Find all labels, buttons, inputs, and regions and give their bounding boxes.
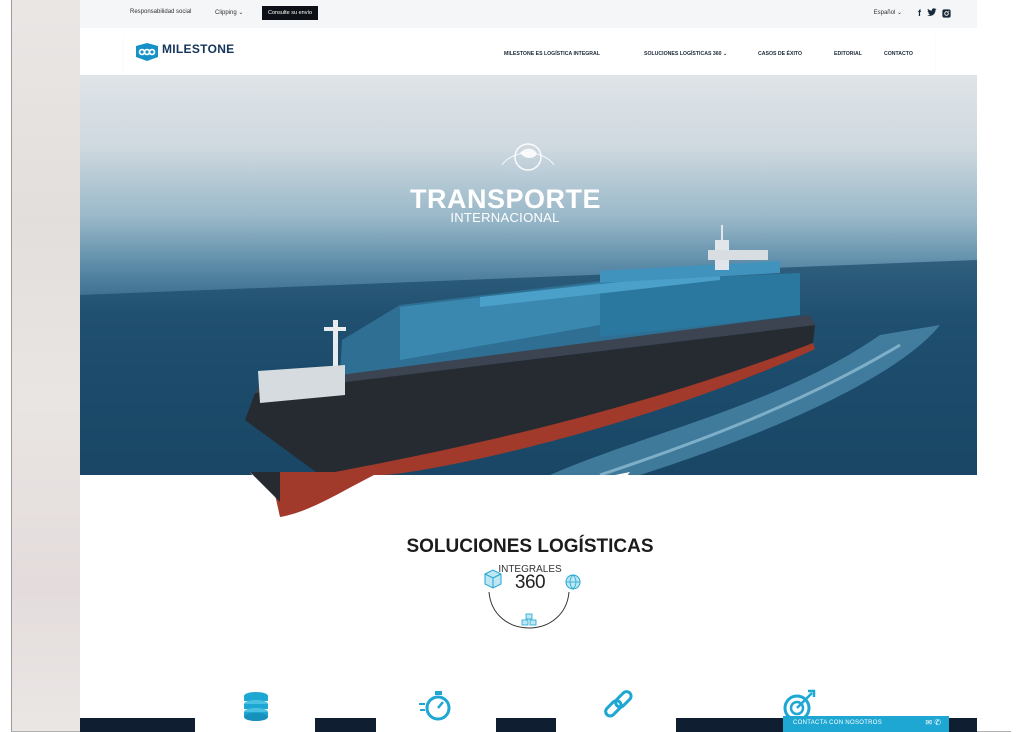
consulte-envio-button[interactable]: Consulte su envío	[262, 6, 319, 20]
link-chain-icon[interactable]	[598, 686, 638, 726]
ship-bow-overflow	[250, 472, 630, 527]
hero-banner: TRANSPORTE INTERNACIONAL	[80, 75, 977, 475]
mail-icon[interactable]: ✉	[925, 718, 932, 727]
coins-icon[interactable]	[236, 686, 276, 726]
nav-contacto[interactable]: CONTACTO	[884, 51, 913, 57]
chevron-down-icon: ⌄	[896, 10, 902, 16]
contact-us-bar[interactable]: CONTACTA CON NOSOTROS ✉ ✆	[783, 716, 949, 732]
contact-icons: ✉ ✆	[925, 718, 941, 727]
chevron-down-icon: ⌄	[238, 10, 244, 16]
website-page: Responsabilidad social Clipping ⌄ Consul…	[80, 0, 977, 732]
chevron-down-icon: ⌄	[723, 51, 728, 57]
warehouse-icon-bottom	[521, 613, 537, 626]
contact-us-label: CONTACTA CON NOSOTROS	[793, 720, 883, 726]
utility-bar: Responsabilidad social Clipping ⌄ Consul…	[80, 0, 977, 28]
nav-casos-exito[interactable]: CASOS DE ÉXITO	[758, 51, 802, 57]
instagram-glyph-svg	[942, 9, 951, 18]
twitter-bird-svg	[927, 8, 937, 16]
clipping-label: Clipping	[215, 10, 237, 16]
facebook-icon[interactable]: f	[918, 8, 921, 18]
badge-360: 360	[514, 572, 546, 593]
background-blur	[12, 0, 80, 732]
nav-milestone-logistica[interactable]: MILESTONE ES LOGÍSTICA INTEGRAL	[504, 51, 600, 57]
nav-soluciones-label: SOLUCIONES LOGÍSTICAS 360	[644, 51, 722, 57]
phone-icon[interactable]: ✆	[934, 718, 941, 727]
stopwatch-icon[interactable]	[417, 686, 457, 726]
cargo-ship-illustration	[80, 143, 977, 475]
language-label: Español	[873, 10, 896, 16]
link-responsabilidad-social[interactable]: Responsabilidad social	[130, 9, 191, 15]
milestone-logo-mark	[136, 43, 158, 61]
main-navbar: MILESTONE MILESTONE ES LOGÍSTICA INTEGRA…	[124, 33, 935, 75]
milestone-logo[interactable]: MILESTONE	[136, 41, 256, 67]
language-selector[interactable]: Español ⌄	[874, 9, 902, 16]
logo-text: MILESTONE	[162, 42, 235, 56]
link-clipping[interactable]: Clipping ⌄	[215, 9, 243, 16]
section-title: SOLUCIONES LOGÍSTICAS	[406, 536, 654, 557]
hero-subtitle: INTERNACIONAL	[450, 210, 560, 225]
nav-soluciones-360[interactable]: SOLUCIONES LOGÍSTICAS 360 ⌄	[644, 51, 727, 57]
twitter-icon[interactable]	[927, 8, 937, 19]
instagram-icon[interactable]	[942, 9, 951, 20]
nav-editorial[interactable]: EDITORIAL	[834, 51, 862, 57]
globe-emblem	[501, 143, 555, 171]
